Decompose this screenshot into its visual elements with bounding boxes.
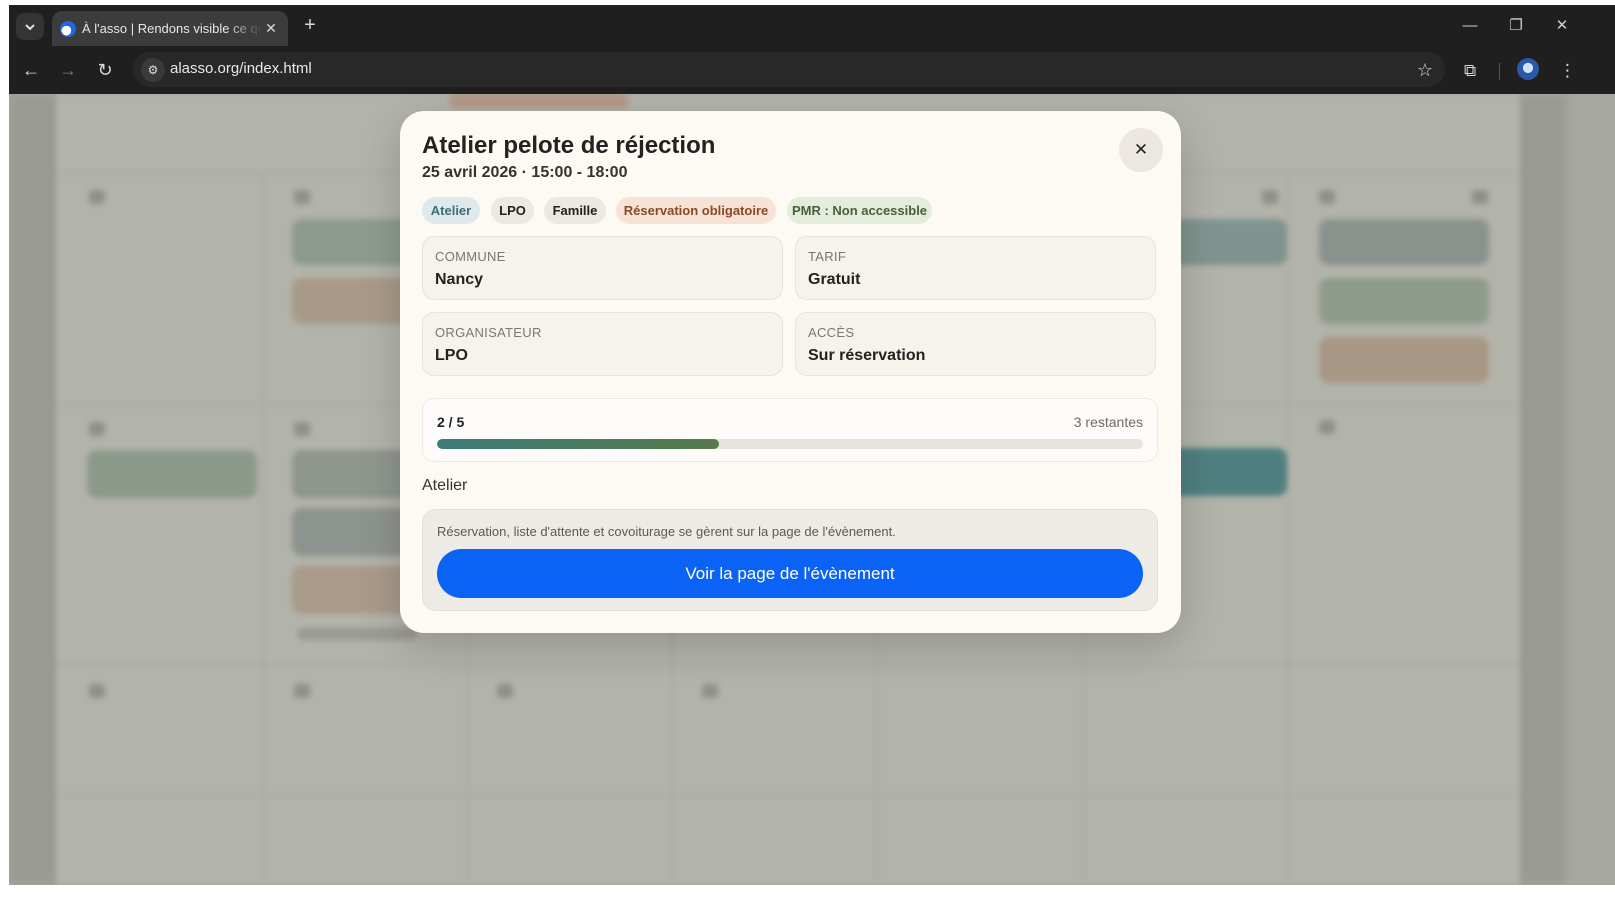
tab-strip: À l'asso | Rendons visible ce qui ✕ + — …: [9, 5, 1615, 46]
chevron-down-icon: [25, 23, 35, 30]
profile-avatar-icon[interactable]: [1517, 58, 1539, 80]
forward-arrow-icon[interactable]: →: [56, 58, 80, 82]
calendar-day-number: [497, 684, 513, 698]
detail-card-acces: ACCÈS Sur réservation: [795, 312, 1156, 376]
calendar-day-number: [89, 422, 105, 436]
calendar-day-number: [89, 190, 105, 204]
detail-card-tarif: TARIF Gratuit: [795, 236, 1156, 300]
tag-atelier: Atelier: [422, 197, 480, 224]
detail-value: Nancy: [435, 271, 484, 288]
extensions-icon[interactable]: ⧉: [1464, 59, 1476, 83]
tab-search-button[interactable]: [16, 13, 44, 40]
cta-note: Réservation, liste d'attente et covoitur…: [437, 524, 896, 539]
capacity-count: 2 / 5: [437, 414, 465, 430]
calendar-day-number: [702, 684, 718, 698]
modal-close-button[interactable]: ✕: [1119, 128, 1163, 172]
reload-icon[interactable]: ↻: [93, 58, 117, 82]
calendar-day-number: [294, 190, 310, 204]
bookmark-star-icon[interactable]: ☆: [1417, 58, 1433, 82]
event-cta-card: Réservation, liste d'attente et covoitur…: [422, 509, 1158, 611]
site-info-icon[interactable]: ⚙: [141, 58, 165, 82]
calendar-day-number: [89, 684, 105, 698]
tag-lpo: LPO: [491, 197, 534, 224]
tab-title: À l'asso | Rendons visible ce qui: [82, 21, 262, 36]
more-menu-icon[interactable]: ⋮: [1559, 59, 1576, 83]
new-tab-button[interactable]: +: [298, 14, 322, 38]
event-datetime: 25 avril 2026 · 15:00 - 18:00: [422, 164, 628, 181]
detail-label: COMMUNE: [435, 249, 506, 264]
calendar-day-number: [1319, 190, 1335, 204]
capacity-remaining: 3 restantes: [1073, 414, 1143, 430]
detail-card-organisateur: ORGANISATEUR LPO: [422, 312, 783, 376]
detail-label: ACCÈS: [808, 325, 855, 340]
blurred-more-link: [297, 628, 417, 640]
browser-tab-active[interactable]: À l'asso | Rendons visible ce qui ✕: [52, 11, 288, 46]
blurred-header-element: [449, 94, 629, 108]
capacity-card: 2 / 5 3 restantes: [422, 398, 1158, 462]
calendar-day-number: [1472, 190, 1488, 204]
toolbar-separator: [1499, 63, 1500, 80]
event-category: Atelier: [422, 477, 468, 494]
detail-card-commune: COMMUNE Nancy: [422, 236, 783, 300]
detail-value: Gratuit: [808, 271, 861, 288]
tab-close-icon[interactable]: ✕: [262, 19, 280, 37]
url-text[interactable]: alasso.org/index.html: [170, 60, 312, 77]
detail-label: TARIF: [808, 249, 847, 264]
detail-value: LPO: [435, 347, 468, 364]
blurred-event-pill: [1319, 278, 1489, 324]
calendar-day-number: [294, 422, 310, 436]
calendar-grid-line: [1287, 172, 1288, 885]
detail-label: ORGANISATEUR: [435, 325, 542, 340]
browser-toolbar: ← → ↻ ⚙ alasso.org/index.html ☆ ⧉ ⋮: [9, 46, 1615, 94]
page-side-shade-left: [9, 94, 57, 885]
view-event-page-button[interactable]: Voir la page de l'évènement: [437, 549, 1143, 598]
detail-value: Sur réservation: [808, 347, 926, 364]
close-icon: ✕: [1133, 140, 1149, 159]
calendar-day-number: [1262, 190, 1278, 204]
back-arrow-icon[interactable]: ←: [19, 58, 43, 82]
tag-reservation: Réservation obligatoire: [616, 197, 776, 224]
blurred-event-pill: [1319, 337, 1489, 383]
calendar-grid-line: [57, 664, 1519, 665]
event-detail-modal: Atelier pelote de réjection 25 avril 202…: [400, 111, 1181, 633]
window-close-icon[interactable]: ✕: [1550, 14, 1574, 38]
calendar-grid-line: [57, 794, 1519, 795]
calendar-day-number: [1319, 420, 1335, 434]
calendar-grid-line: [262, 172, 263, 885]
capacity-progress-fill: [437, 439, 720, 449]
address-bar[interactable]: ⚙ alasso.org/index.html ☆: [133, 52, 1445, 87]
event-title: Atelier pelote de réjection: [422, 132, 716, 159]
minimize-icon[interactable]: —: [1458, 14, 1482, 38]
page-side-shade-right: [1519, 94, 1567, 885]
tag-famille: Famille: [544, 197, 606, 224]
restore-icon[interactable]: ❐: [1504, 14, 1528, 38]
tag-pmr: PMR : Non accessible: [787, 197, 932, 224]
site-favicon-icon: [60, 21, 76, 37]
calendar-day-number: [294, 684, 310, 698]
capacity-progress-bar: [437, 439, 1143, 449]
blurred-event-pill: [1319, 219, 1489, 265]
browser-chrome: À l'asso | Rendons visible ce qui ✕ + — …: [9, 5, 1615, 94]
blurred-event-pill: [87, 450, 257, 498]
